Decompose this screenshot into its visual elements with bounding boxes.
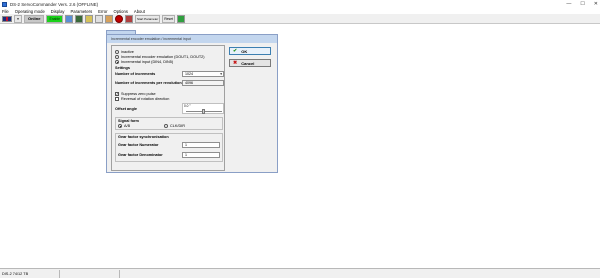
offset-angle-control: 0.0 ° [182, 103, 224, 114]
signal-option-clkdir[interactable]: CLK/DIR [164, 124, 185, 128]
menu-error[interactable]: Error [98, 9, 107, 14]
toolbar: ▾ Online Enable Start Parameter Reset [0, 14, 600, 24]
drive-icon[interactable] [75, 14, 84, 23]
enable-button[interactable]: Enable [46, 14, 64, 23]
menu-options[interactable]: Options [113, 9, 127, 14]
signal-option-ab[interactable]: A/B [118, 124, 130, 128]
settings-heading: Settings [115, 66, 130, 70]
checkmark-icon: ✔ [233, 48, 238, 54]
ok-button[interactable]: ✔ OK [229, 47, 271, 55]
cancel-button[interactable]: ✖ Cancel [229, 59, 271, 67]
num-increments-label: Number of increments [115, 72, 156, 76]
status-cell-2 [60, 270, 120, 278]
gear-factor-group: Gear factor synchronisation Gear factor … [115, 133, 223, 162]
signal-form-heading: Signal form [118, 119, 139, 123]
offset-angle-label: Offset angle [115, 107, 137, 111]
start-parameter-button[interactable]: Start Parameter [135, 14, 161, 23]
refresh-icon[interactable] [177, 14, 186, 23]
language-dropdown-button[interactable]: ▾ [14, 14, 22, 23]
reversal-checkbox[interactable] [115, 97, 119, 101]
menu-display[interactable]: Display [51, 9, 65, 14]
radio-clkdir[interactable] [164, 124, 168, 128]
dialog-title: Incremental encoder emulation / incremen… [107, 35, 277, 43]
gear-numerator-input[interactable]: 1 [182, 142, 220, 148]
radio-ab[interactable] [118, 124, 122, 128]
num-increments-per-rev-label: Number of increments per revolution [115, 81, 182, 85]
mode-option-encoder-emulation[interactable]: Incremental encoder emulation (DOUT1, DO… [115, 55, 205, 59]
reversal-option[interactable]: Reversal of rotation direction [115, 97, 169, 101]
gear-factor-heading: Gear factor synchronisation [118, 135, 169, 139]
radio-encoder-emulation[interactable] [115, 55, 119, 59]
close-icon: ✖ [233, 60, 238, 66]
minimize-button[interactable]: — [566, 1, 571, 7]
radio-inactive[interactable] [115, 50, 119, 54]
offset-slider-thumb[interactable] [202, 109, 205, 114]
chart-icon[interactable] [95, 14, 104, 23]
app-icon [2, 2, 7, 7]
folder-icon[interactable] [85, 14, 94, 23]
language-flag-icon[interactable] [2, 15, 12, 22]
num-increments-per-rev-field: 4096 [182, 80, 224, 86]
status-bar: DIS-2 74/12 TB [0, 268, 600, 278]
suppress-zero-pulse-option[interactable]: ✓ Suppress zero pulse [115, 92, 156, 96]
motor-icon[interactable] [65, 14, 74, 23]
gear-numerator-label: Gear factor Numerator [118, 143, 159, 147]
menu-file[interactable]: File [2, 9, 9, 14]
stop-icon[interactable] [115, 14, 124, 23]
reset-button[interactable]: Reset [162, 14, 176, 23]
chevron-down-icon: ▾ [220, 72, 222, 76]
oscilloscope-icon[interactable] [105, 14, 114, 23]
suppress-zero-pulse-checkbox[interactable]: ✓ [115, 92, 119, 96]
status-device: DIS-2 74/12 TB [0, 270, 60, 278]
signal-form-group: Signal form A/B CLK/DIR [115, 117, 223, 130]
menu-about[interactable]: About [134, 9, 145, 14]
mode-option-inactive[interactable]: inactive [115, 50, 134, 54]
online-button[interactable]: Online [24, 14, 45, 23]
mode-option-incremental-input[interactable]: Incremental input (DIN4, DIN5) [115, 60, 173, 64]
window-title: DS-2 ServoCommander Vers. 2.6 (OFFLINE) [10, 2, 99, 7]
menu-parameters[interactable]: Parameters [71, 9, 93, 14]
record-icon[interactable] [125, 14, 134, 23]
menu-operating-mode[interactable]: Operating mode [15, 9, 45, 14]
num-increments-select[interactable]: 1024 ▾ [182, 71, 224, 77]
settings-panel: inactive Incremental encoder emulation (… [111, 45, 225, 171]
gear-denominator-label: Gear factor Denominator [118, 153, 163, 157]
offset-angle-value: 0.0 ° [184, 104, 191, 108]
radio-incremental-input[interactable] [115, 60, 119, 64]
maximize-button[interactable]: ☐ [580, 1, 584, 7]
close-button[interactable]: ✕ [594, 1, 598, 7]
incremental-encoder-dialog: Incremental encoder emulation / incremen… [106, 34, 278, 173]
gear-denominator-input[interactable]: 1 [182, 152, 220, 158]
